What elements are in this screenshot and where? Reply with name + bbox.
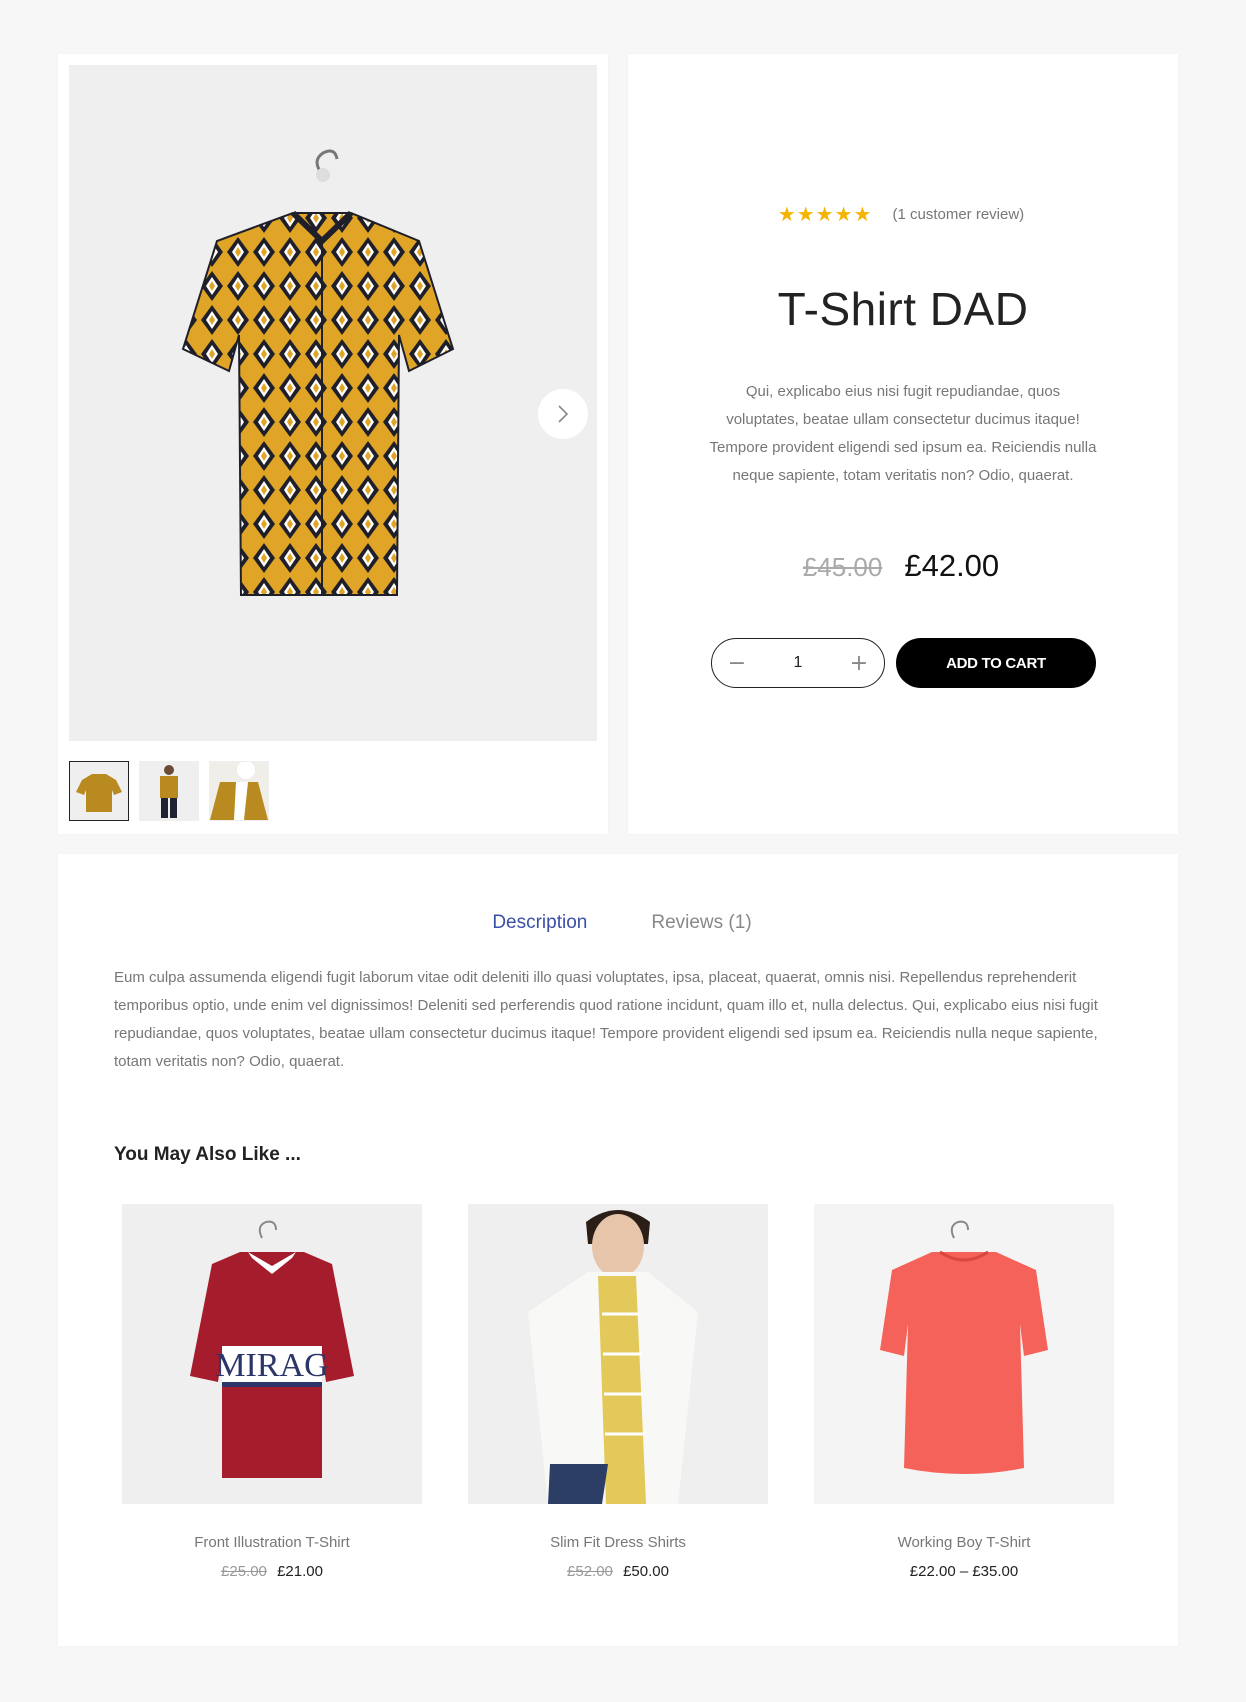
product-short-description: Qui, explicabo eius nisi fugit repudiand… [709,383,1097,484]
product-details: Description Reviews (1) Eum culpa assume… [58,854,1178,1646]
price-range: £22.00 – £35.00 [909,1563,1019,1580]
product-image[interactable] [814,1204,1114,1504]
price-current: £42.00 [904,548,1000,583]
product-rating: ★★★★★ (1 customer review) [628,202,1178,227]
star-rating-icon: ★★★★★ [777,204,873,226]
product-image[interactable] [468,1204,768,1504]
quantity-increase-button[interactable]: + [848,651,870,676]
product-name-link[interactable]: Front Illustration T-Shirt [122,1534,422,1551]
coral-tshirt-image [880,1220,1048,1474]
svg-text:MIRAG: MIRAG [215,1347,328,1384]
price-current: £50.00 [623,1563,669,1580]
product-name-link[interactable]: Working Boy T-Shirt [814,1534,1114,1551]
price-old: £52.00 [567,1563,613,1580]
quantity-decrease-button[interactable]: − [726,651,748,676]
tab-list: Description Reviews (1) [58,912,1178,934]
price-old: £45.00 [802,552,883,582]
product-name-link[interactable]: Slim Fit Dress Shirts [468,1534,768,1551]
thumbnail-list [69,761,269,821]
product-card: MIRAG Front Illustration T-Shirt £25.00 … [122,1204,422,1580]
red-polo-image: MIRAG [190,1220,354,1478]
product-summary: ★★★★★ (1 customer review) T-Shirt DAD Qu… [628,54,1178,834]
product-image[interactable]: MIRAG [122,1204,422,1504]
related-products: MIRAG Front Illustration T-Shirt £25.00 … [122,1204,1114,1580]
quantity-input[interactable] [768,654,828,672]
thumbnail-3[interactable] [209,761,269,821]
product-price: £25.00 £21.00 [122,1563,422,1580]
patterned-shirt-image [181,149,455,596]
add-to-cart-button[interactable]: ADD TO CART [896,638,1096,688]
price-current: £21.00 [277,1563,323,1580]
main-product-image[interactable] [69,65,597,741]
price-old: £25.00 [221,1563,267,1580]
thumbnail-shirt-image [76,774,122,812]
thumbnail-2[interactable] [139,761,199,821]
thumbnail-model-image [160,765,178,818]
thumbnail-closeup-image [210,762,268,820]
chevron-right-icon [558,405,569,423]
product-gallery [58,54,608,834]
product-price: £45.00 £42.00 [628,548,1178,584]
review-count-link[interactable]: (1 customer review) [892,206,1024,223]
product-price: £22.00 – £35.00 [814,1563,1114,1580]
product-card: Slim Fit Dress Shirts £52.00 £50.00 [468,1204,768,1580]
related-products-title: You May Also Like ... [114,1144,301,1165]
product-title: T-Shirt DAD [777,283,1029,335]
quantity-stepper: − + [711,638,885,688]
product-card: Working Boy T-Shirt £22.00 – £35.00 [814,1204,1114,1580]
tab-description[interactable]: Description [492,912,587,934]
product-price: £52.00 £50.00 [468,1563,768,1580]
dress-shirt-model-image [528,1210,698,1504]
thumbnail-1[interactable] [69,761,129,821]
description-text: Eum culpa assumenda eligendi fugit labor… [114,969,1098,1070]
tab-reviews[interactable]: Reviews (1) [651,912,751,934]
next-image-button[interactable] [538,389,588,439]
